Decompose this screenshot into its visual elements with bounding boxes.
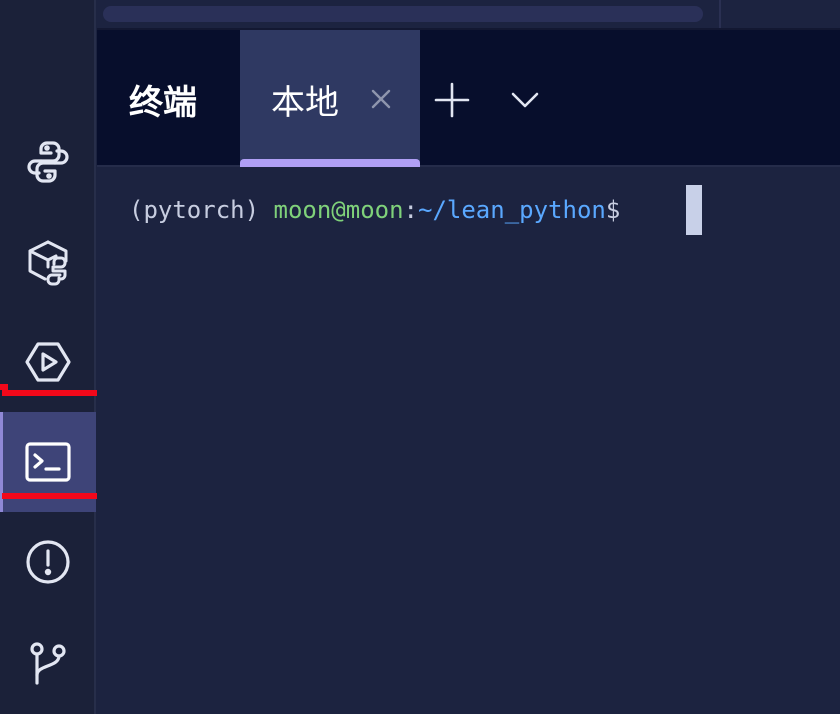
panel-tabbar: 终端 本地	[97, 30, 840, 167]
activity-python[interactable]	[0, 112, 96, 212]
tab-local[interactable]: 本地	[240, 30, 420, 167]
conda-env: (pytorch)	[129, 196, 274, 224]
python-icon	[27, 141, 69, 183]
git-branch-icon	[30, 642, 66, 685]
highlight-box	[2, 390, 104, 499]
terminal-output[interactable]: (pytorch) moon@moon:~/lean_python$	[97, 167, 840, 714]
panel-title: 终端	[129, 83, 197, 123]
top-scroll-strip	[97, 0, 840, 30]
python-package-icon	[28, 240, 68, 286]
prompt-line: (pytorch) moon@moon:~/lean_python$	[129, 196, 635, 224]
divider	[719, 0, 721, 28]
terminal-cursor	[686, 185, 702, 235]
chevron-down-icon[interactable]	[505, 82, 545, 118]
run-hexagon-icon	[25, 342, 71, 382]
prompt-colon: :	[403, 196, 418, 224]
activity-bar	[0, 0, 96, 714]
activity-git[interactable]	[0, 612, 96, 712]
alert-circle-icon	[26, 540, 70, 584]
prompt-symbol: $	[605, 196, 635, 224]
activity-problems[interactable]	[0, 512, 96, 612]
close-icon[interactable]	[368, 86, 394, 112]
plus-icon[interactable]	[432, 80, 472, 120]
user-host: moon@moon	[273, 196, 404, 224]
active-tab-underline	[240, 159, 420, 167]
tab-label: 本地	[271, 83, 339, 123]
activity-packages[interactable]	[0, 212, 96, 312]
horizontal-scrollbar[interactable]	[103, 6, 703, 22]
working-directory: ~/lean_python	[418, 196, 606, 224]
